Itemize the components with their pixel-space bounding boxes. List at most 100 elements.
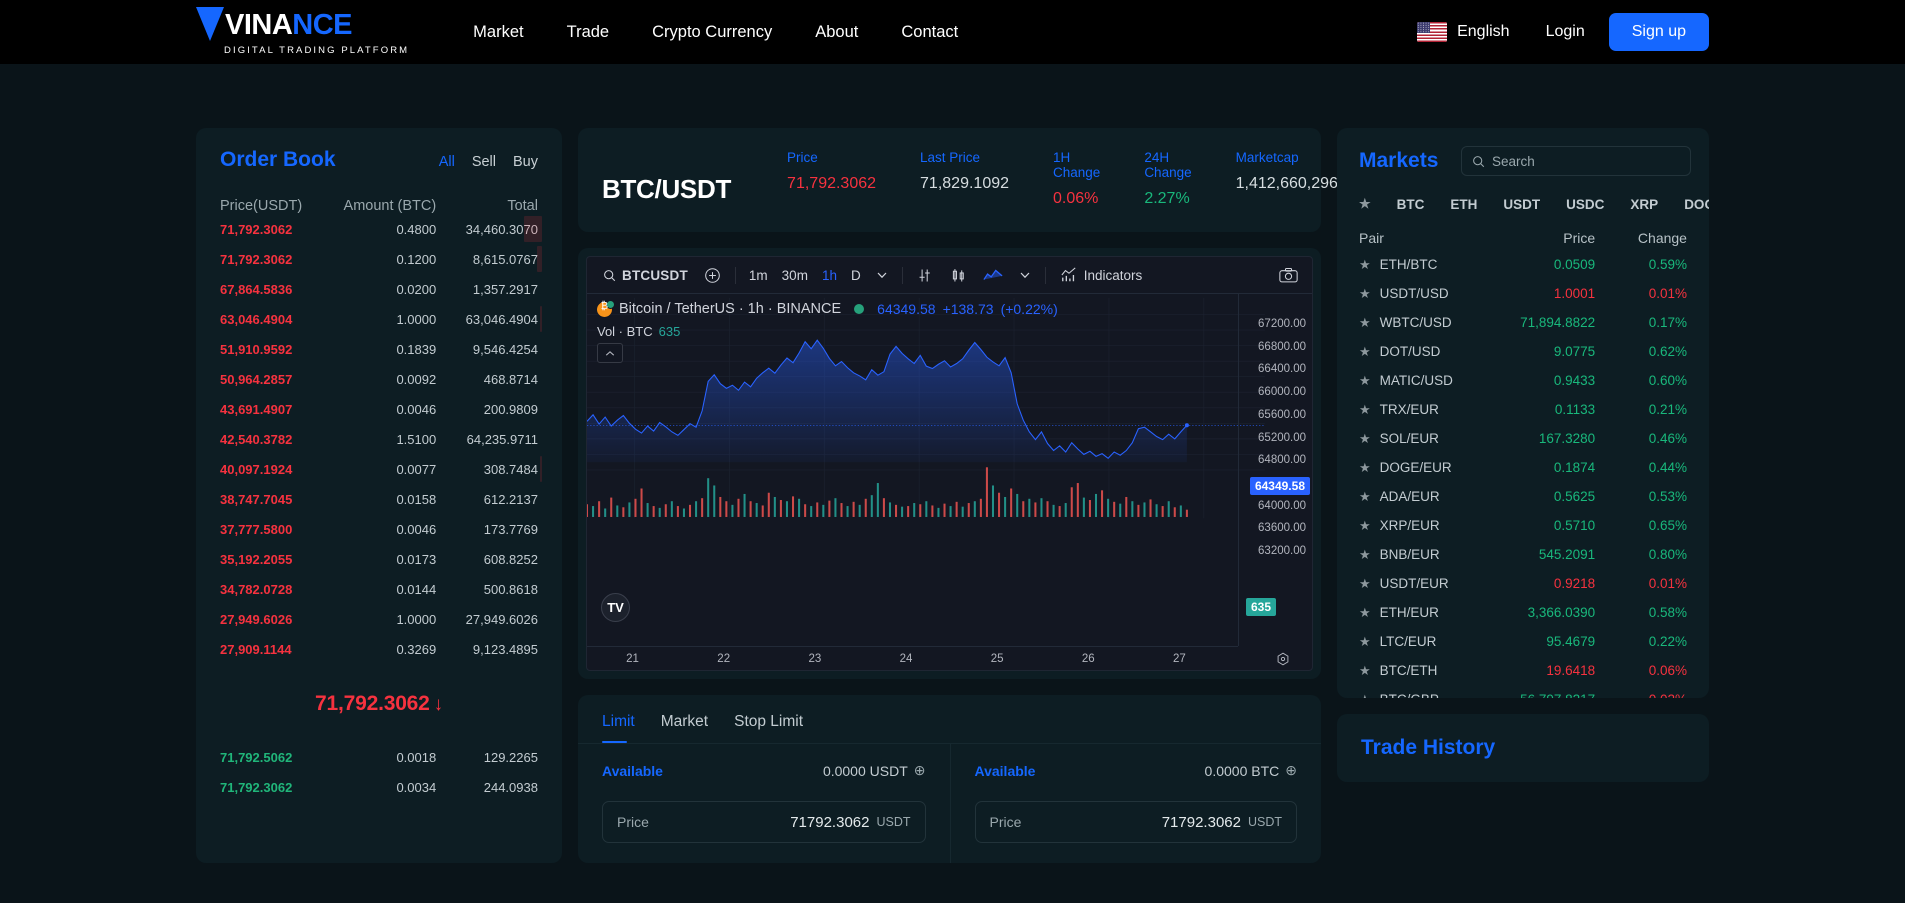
markets-row[interactable]: ★DOGE/EUR0.18740.44% <box>1359 453 1687 482</box>
timeframe-1h[interactable]: 1h <box>815 268 844 283</box>
markets-row[interactable]: ★LTC/EUR95.46790.22% <box>1359 627 1687 656</box>
nav-item-about[interactable]: About <box>815 23 858 42</box>
order-book-row-sell[interactable]: 42,540.37821.510064,235.9711 <box>220 424 538 454</box>
timeframe-1m[interactable]: 1m <box>742 268 775 283</box>
timeframe-more-button[interactable] <box>868 262 896 288</box>
order-book-filter-all[interactable]: All <box>439 154 455 170</box>
markets-row[interactable]: ★TRX/EUR0.11330.21% <box>1359 395 1687 424</box>
star-icon[interactable]: ★ <box>1359 402 1371 418</box>
time-axis-tick: 25 <box>991 653 1004 665</box>
order-book-row-sell[interactable]: 71,792.30620.12008,615.0767 <box>220 244 538 274</box>
markets-tab-eth[interactable]: ETH <box>1437 197 1490 212</box>
nav-item-market[interactable]: Market <box>473 23 523 42</box>
cell-total: 468.8714 <box>436 372 538 387</box>
star-icon[interactable]: ★ <box>1359 344 1371 360</box>
chart-type-area-button[interactable] <box>975 262 1011 288</box>
login-link[interactable]: Login <box>1546 23 1585 41</box>
order-book-row-buy[interactable]: 71,792.50620.0018129.2265 <box>220 742 538 772</box>
markets-row[interactable]: ★SOL/EUR167.32800.46% <box>1359 424 1687 453</box>
chart-adjustments-button[interactable] <box>909 262 942 288</box>
chart-add-symbol-button[interactable] <box>696 262 729 288</box>
nav-item-trade[interactable]: Trade <box>567 23 610 42</box>
markets-row[interactable]: ★ETH/BTC0.05090.59% <box>1359 250 1687 279</box>
star-icon[interactable]: ★ <box>1359 692 1371 699</box>
chart-collapse-pane-button[interactable] <box>597 343 623 363</box>
order-book-row-sell[interactable]: 40,097.19240.0077308.7484 <box>220 454 538 484</box>
order-book-row-sell[interactable]: 63,046.49041.000063,046.4904 <box>220 304 538 334</box>
chart-indicators-button[interactable]: Indicators <box>1052 262 1151 288</box>
chart-symbol-search[interactable]: BTCUSDT <box>595 262 696 288</box>
star-icon[interactable]: ★ <box>1359 663 1371 679</box>
markets-tab-usdc[interactable]: USDC <box>1553 197 1617 212</box>
chart-screenshot-button[interactable] <box>1271 262 1304 288</box>
chart-time-axis[interactable]: 21222324252627 <box>587 646 1238 671</box>
order-book-row-sell[interactable]: 50,964.28570.0092468.8714 <box>220 364 538 394</box>
star-icon[interactable]: ★ <box>1359 605 1371 621</box>
order-book-row-sell[interactable]: 27,909.11440.32699,123.4895 <box>220 634 538 664</box>
markets-row[interactable]: ★USDT/USD1.00010.01% <box>1359 279 1687 308</box>
chart-candlestick-button[interactable] <box>942 262 975 288</box>
order-book-filter-buy[interactable]: Buy <box>513 154 538 170</box>
order-book-row-sell[interactable]: 71,792.30620.480034,460.3070 <box>220 214 538 244</box>
markets-tab-favorites[interactable]: ★ <box>1359 196 1384 212</box>
sell-price-field[interactable]: Price 71792.3062 USDT <box>975 801 1298 843</box>
markets-list[interactable]: ★ETH/BTC0.05090.59%★USDT/USD1.00010.01%★… <box>1337 250 1709 698</box>
order-book-row-buy[interactable]: 71,792.30620.0034244.0938 <box>220 772 538 802</box>
timeframe-30m[interactable]: 30m <box>775 268 815 283</box>
star-icon[interactable]: ★ <box>1359 518 1371 534</box>
markets-search-input[interactable]: Search <box>1461 146 1691 176</box>
chart-type-more-button[interactable] <box>1011 262 1039 288</box>
star-icon[interactable]: ★ <box>1359 460 1371 476</box>
order-book-row-sell[interactable]: 51,910.95920.18399,546.4254 <box>220 334 538 364</box>
star-icon[interactable]: ★ <box>1359 489 1371 505</box>
order-book-row-sell[interactable]: 67,864.58360.02001,357.2917 <box>220 274 538 304</box>
buy-add-funds-icon[interactable]: ⊕ <box>914 762 926 779</box>
star-icon[interactable]: ★ <box>1359 315 1371 331</box>
markets-row[interactable]: ★BTC/ETH19.64180.06% <box>1359 656 1687 685</box>
order-book-row-sell[interactable]: 37,777.58000.0046173.7769 <box>220 514 538 544</box>
column-amount: Amount (BTC) <box>334 198 436 214</box>
star-icon[interactable]: ★ <box>1359 634 1371 650</box>
buy-price-field[interactable]: Price 71792.3062 USDT <box>602 801 926 843</box>
order-book-row-sell[interactable]: 34,782.07280.0144500.8618 <box>220 574 538 604</box>
nav-item-crypto-currency[interactable]: Crypto Currency <box>652 23 772 42</box>
sell-add-funds-icon[interactable]: ⊕ <box>1285 762 1297 779</box>
order-book-row-sell[interactable]: 43,691.49070.0046200.9809 <box>220 394 538 424</box>
chart-canvas-area[interactable]: Bitcoin / TetherUS · 1h · BINANCE 64349.… <box>587 294 1312 671</box>
markets-tab-xrp[interactable]: XRP <box>1617 197 1671 212</box>
language-selector[interactable]: English <box>1457 23 1509 41</box>
star-icon[interactable]: ★ <box>1359 431 1371 447</box>
order-book-filter-sell[interactable]: Sell <box>472 154 496 170</box>
markets-tab-usdt[interactable]: USDT <box>1490 197 1553 212</box>
markets-row[interactable]: ★DOT/USD9.07750.62% <box>1359 337 1687 366</box>
markets-row[interactable]: ★WBTC/USD71,894.88220.17% <box>1359 308 1687 337</box>
markets-row[interactable]: ★ETH/EUR3,366.03900.58% <box>1359 598 1687 627</box>
markets-row[interactable]: ★ADA/EUR0.56250.53% <box>1359 482 1687 511</box>
star-icon[interactable]: ★ <box>1359 576 1371 592</box>
markets-row[interactable]: ★USDT/EUR0.92180.01% <box>1359 569 1687 598</box>
chart-price-axis[interactable]: 67200.0066800.0066400.0066000.0065600.00… <box>1238 294 1312 646</box>
signup-button[interactable]: Sign up <box>1609 13 1709 51</box>
star-icon[interactable]: ★ <box>1359 257 1371 273</box>
markets-row[interactable]: ★BNB/EUR545.20910.80% <box>1359 540 1687 569</box>
logo[interactable]: VINANCE DIGITAL TRADING PLATFORM <box>196 9 409 56</box>
star-icon[interactable]: ★ <box>1359 286 1371 302</box>
tab-limit[interactable]: Limit <box>602 713 635 743</box>
nav-item-contact[interactable]: Contact <box>901 23 958 42</box>
order-book-row-sell[interactable]: 27,949.60261.000027,949.6026 <box>220 604 538 634</box>
markets-tab-doge[interactable]: DOGE <box>1671 197 1709 212</box>
tab-stop-limit[interactable]: Stop Limit <box>734 713 803 743</box>
markets-tab-btc[interactable]: BTC <box>1384 197 1438 212</box>
order-book-row-sell[interactable]: 35,192.20550.0173608.8252 <box>220 544 538 574</box>
markets-row[interactable]: ★BTC/GBP56,797.82170.02% <box>1359 685 1687 698</box>
order-book-row-sell[interactable]: 38,747.70450.0158612.2137 <box>220 484 538 514</box>
star-icon[interactable]: ★ <box>1359 373 1371 389</box>
site-header: VINANCE DIGITAL TRADING PLATFORM Market … <box>0 0 1905 64</box>
star-icon[interactable]: ★ <box>1359 547 1371 563</box>
tab-market[interactable]: Market <box>661 713 708 743</box>
markets-row[interactable]: ★XRP/EUR0.57100.65% <box>1359 511 1687 540</box>
tradingview-logo-icon[interactable]: TV <box>601 593 630 622</box>
markets-row[interactable]: ★MATIC/USD0.94330.60% <box>1359 366 1687 395</box>
chart-settings-icon[interactable] <box>1276 652 1290 669</box>
timeframe-d[interactable]: D <box>844 268 868 283</box>
